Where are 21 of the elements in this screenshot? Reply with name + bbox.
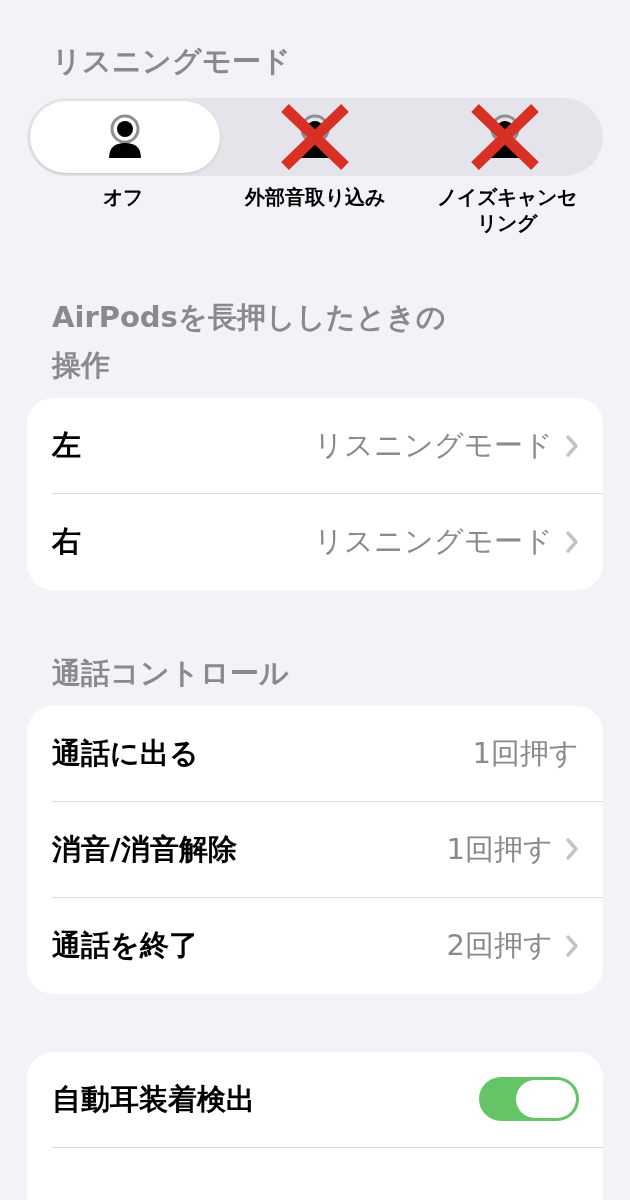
row-label: 通話に出る: [52, 734, 199, 772]
cross-mark-icon: [469, 102, 541, 173]
section-header: 通話コントロール: [51, 655, 290, 693]
mode-segment[interactable]: [30, 101, 220, 174]
row-label: 自動耳装着検出: [52, 1080, 255, 1118]
row-value: 2回押す: [446, 927, 553, 965]
row-value: 1回押す: [446, 830, 553, 868]
toggle-switch[interactable]: [479, 1077, 579, 1122]
segment-label: ノイズキャンセリング: [436, 184, 578, 237]
row-label: 左: [52, 426, 81, 464]
row-value: リスニングモード: [314, 426, 553, 464]
row-value: 1回押す: [472, 734, 579, 772]
segment-label: 外部音取り込み: [243, 184, 386, 212]
section-header: リスニングモード: [51, 43, 292, 80]
row-label: 通話を終了: [52, 927, 198, 965]
row-value: リスニングモード: [314, 523, 553, 561]
section-header: AirPodsを長押ししたときの操作: [50, 299, 447, 385]
segment-label: オフ: [102, 184, 144, 212]
row-label: 消音/消音解除: [52, 830, 237, 868]
cross-mark-icon: [279, 102, 351, 173]
row-label: 右: [52, 523, 81, 561]
